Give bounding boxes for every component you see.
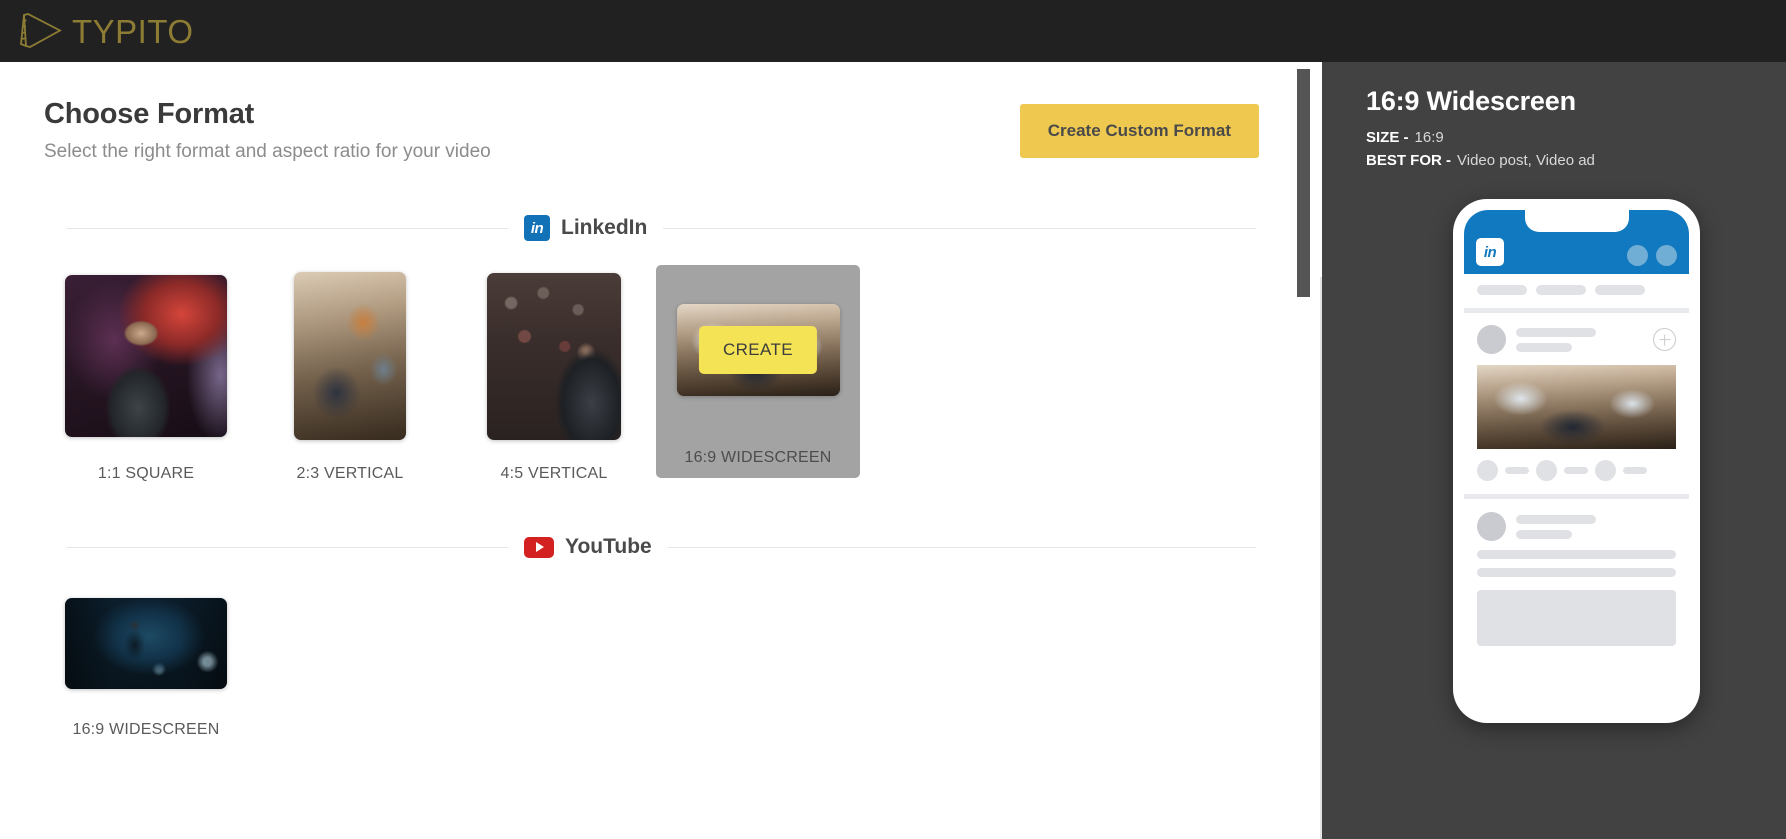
format-card-label: 1:1 SQUARE xyxy=(97,465,195,482)
skeleton-bar xyxy=(1516,327,1596,337)
format-card-label: 16:9 WIDESCREEN xyxy=(72,721,220,738)
format-chooser-main: Choose Format Select the right format an… xyxy=(0,62,1322,839)
avatar xyxy=(1477,325,1506,354)
avatar xyxy=(1477,512,1506,541)
linkedin-icon: in xyxy=(524,215,550,241)
phone-screen: in xyxy=(1464,210,1689,709)
plus-icon xyxy=(1653,328,1676,351)
format-card-4-5-vertical[interactable]: 4:5 VERTICAL xyxy=(452,265,656,483)
reaction-circle-icon xyxy=(1536,460,1557,481)
skeleton-bar xyxy=(1595,285,1645,295)
preview-post xyxy=(1464,313,1689,449)
appbar-circle-icon xyxy=(1656,245,1677,266)
app-logo-text: TYPITO xyxy=(72,12,194,50)
scrollbar-thumb[interactable] xyxy=(1297,69,1310,297)
phone-notch xyxy=(1524,210,1629,232)
divider-left xyxy=(66,227,508,229)
thumbnail-box xyxy=(65,583,227,703)
preview-linkedin-appbar: in xyxy=(1464,210,1689,274)
divider-right xyxy=(667,546,1256,548)
create-button[interactable]: CREATE xyxy=(698,326,818,374)
panel-meta: SIZE - 16:9 BEST FOR - Video post, Video a… xyxy=(1366,129,1786,169)
app-logo[interactable]: TYPITO xyxy=(14,10,194,52)
skeleton-bar xyxy=(1477,285,1527,295)
appbar-circle-icon xyxy=(1627,245,1648,266)
skeleton-bar xyxy=(1623,467,1647,474)
preview-post-image xyxy=(1477,365,1676,449)
skeleton-bar xyxy=(1536,285,1586,295)
format-card-label: 2:3 VERTICAL xyxy=(296,465,404,482)
thumbnail-box xyxy=(294,265,406,447)
preview-nav-skeleton xyxy=(1464,274,1689,308)
format-details-panel: 16:9 Widescreen SIZE - 16:9 BEST FOR - Vid… xyxy=(1322,62,1786,839)
panel-size-row: SIZE - 16:9 xyxy=(1366,129,1786,146)
thumbnail-office-coworking xyxy=(294,272,406,440)
thumbnail-box xyxy=(65,265,227,447)
format-card-list-youtube: 16:9 WIDESCREEN xyxy=(44,583,1278,739)
skeleton-bar xyxy=(1516,342,1572,352)
reaction-circle-icon xyxy=(1477,460,1498,481)
main-scrollbar[interactable] xyxy=(1297,62,1310,839)
panel-size-value: 16:9 xyxy=(1414,129,1444,146)
skeleton-text-group xyxy=(1516,327,1643,352)
page-subtitle: Select the right format and aspect ratio… xyxy=(44,141,491,162)
panel-bestfor-label: BEST FOR - xyxy=(1366,152,1451,169)
section-header-youtube: YouTube xyxy=(44,535,1278,559)
preview-post-header xyxy=(1477,325,1676,354)
skeleton-text-group xyxy=(1516,514,1676,539)
format-card-youtube-16-9-widescreen[interactable]: 16:9 WIDESCREEN xyxy=(44,583,248,739)
skeleton-block xyxy=(1477,590,1676,646)
skeleton-bar xyxy=(1505,467,1529,474)
youtube-icon xyxy=(524,536,554,558)
thumbnail-concert-singer xyxy=(65,597,227,689)
preview-reaction-row xyxy=(1464,449,1689,494)
format-card-2-3-vertical[interactable]: 2:3 VERTICAL xyxy=(248,265,452,483)
section-header-linkedin: in LinkedIn xyxy=(44,215,1278,241)
section-name-linkedin: LinkedIn xyxy=(561,216,648,239)
panel-bestfor-row: BEST FOR - Video post, Video ad xyxy=(1366,152,1786,169)
film-play-icon xyxy=(20,13,62,48)
format-card-1-1-square[interactable]: 1:1 SQUARE xyxy=(44,265,248,483)
thumbnail-conference-audience xyxy=(487,272,621,440)
preview-post-header xyxy=(1477,512,1676,541)
page-title: Choose Format xyxy=(44,98,255,130)
thumbnail-box: CREATE xyxy=(676,285,840,415)
skeleton-bar xyxy=(1477,568,1676,577)
divider-left xyxy=(66,546,508,548)
format-card-16-9-widescreen-selected[interactable]: CREATE 16:9 WIDESCREEN xyxy=(656,265,860,478)
panel-title: 16:9 Widescreen xyxy=(1366,86,1576,116)
divider-right xyxy=(663,227,1256,229)
skeleton-bar xyxy=(1516,529,1572,539)
format-card-list-linkedin: 1:1 SQUARE 2:3 VERTICAL 4:5 VERTICAL CRE… xyxy=(44,265,1278,483)
appbar-actions xyxy=(1627,245,1677,266)
section-name-youtube: YouTube xyxy=(565,535,652,558)
reaction-circle-icon xyxy=(1595,460,1616,481)
format-card-label: 4:5 VERTICAL xyxy=(500,465,608,482)
preview-post-secondary xyxy=(1464,499,1689,709)
panel-bestfor-value: Video post, Video ad xyxy=(1457,152,1595,169)
skeleton-bar xyxy=(1516,514,1596,524)
skeleton-bar xyxy=(1477,550,1676,559)
thumbnail-box xyxy=(487,265,621,447)
phone-frame: in xyxy=(1453,199,1700,723)
app-topbar: TYPITO xyxy=(0,0,1786,62)
page-header: Choose Format Select the right format an… xyxy=(44,98,1278,163)
skeleton-bar xyxy=(1564,467,1588,474)
format-card-label: 16:9 WIDESCREEN xyxy=(684,449,832,466)
create-custom-format-button[interactable]: Create Custom Format xyxy=(1019,104,1259,158)
linkedin-icon: in xyxy=(1476,238,1504,266)
thumbnail-cowork-cafe: CREATE xyxy=(676,304,840,396)
panel-size-label: SIZE - xyxy=(1366,129,1409,146)
phone-preview-mockup: in xyxy=(1453,199,1700,723)
thumbnail-speaker-stage xyxy=(65,275,227,437)
